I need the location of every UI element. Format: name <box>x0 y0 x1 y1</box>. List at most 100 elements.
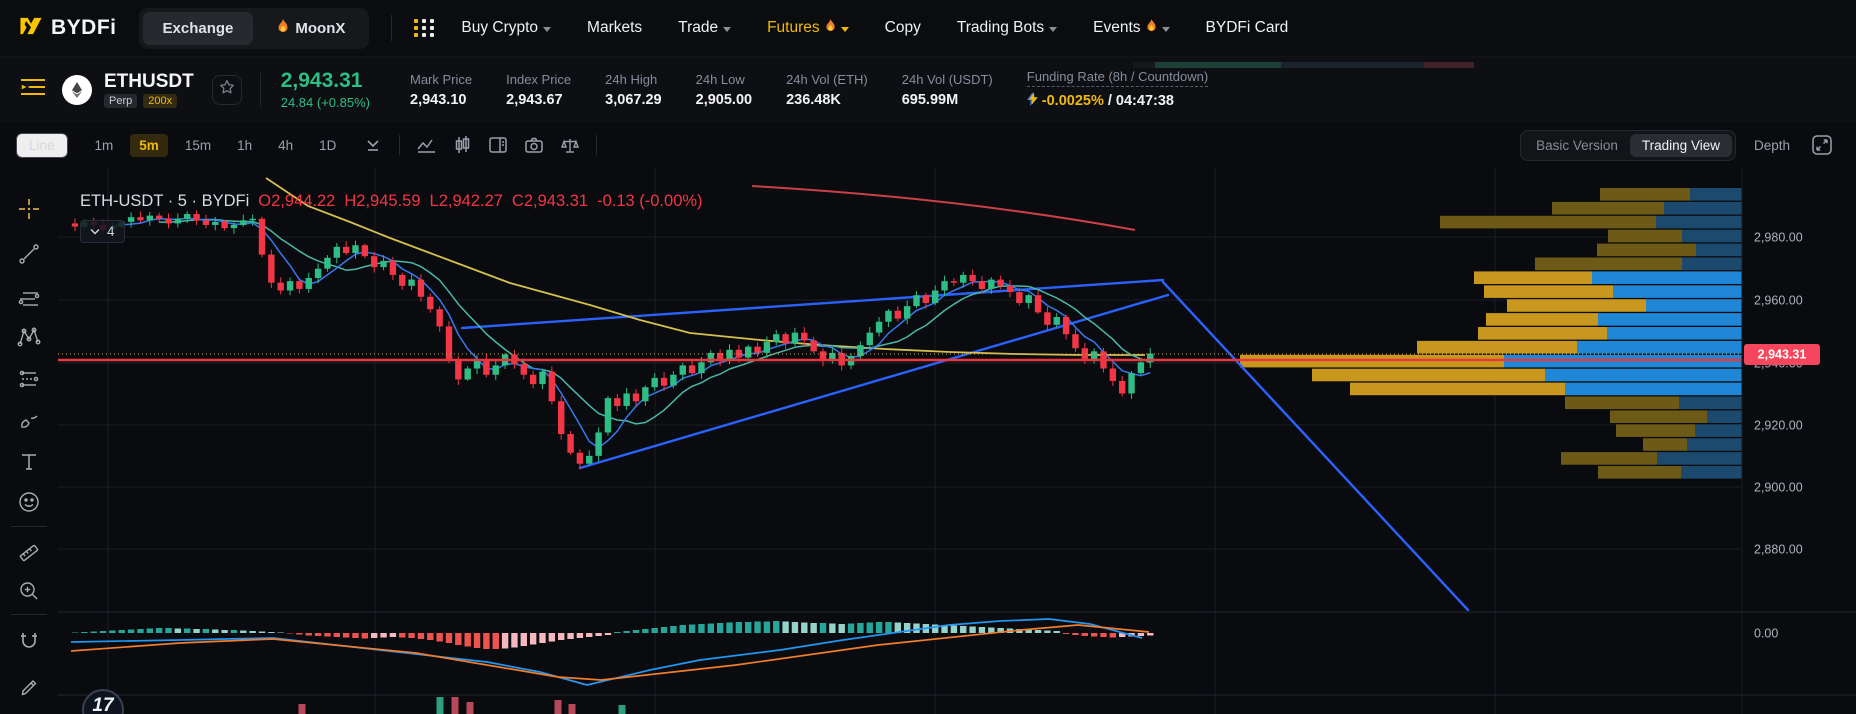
timeframe-4h[interactable]: 4h <box>269 134 302 157</box>
screenshot-camera-icon[interactable] <box>519 132 549 158</box>
macd-histogram-bar <box>464 633 471 647</box>
candle-body <box>670 374 677 386</box>
funding-value: -0.0025% / 04:47:38 <box>1026 92 1208 110</box>
favorite-star-button[interactable] <box>211 74 242 105</box>
macd-histogram-bar <box>258 631 266 633</box>
volume-bar <box>618 705 626 714</box>
brush-tool-icon[interactable] <box>12 403 46 437</box>
macd-histogram-bar <box>773 621 780 633</box>
macd-histogram-bar <box>342 633 350 638</box>
nav-item-futures[interactable]: Futures <box>767 18 849 38</box>
emoji-tool-icon[interactable] <box>12 485 46 519</box>
nav-item-markets[interactable]: Markets <box>587 19 642 37</box>
macd-histogram-bar <box>1100 633 1107 637</box>
trend-line-tool-icon[interactable] <box>12 237 46 271</box>
macd-histogram-bar <box>670 626 677 633</box>
volume-profile-sell-bar <box>1690 188 1742 201</box>
macd-histogram-bar <box>576 633 584 638</box>
trendline-wedge_lower[interactable] <box>578 293 1170 470</box>
chart-plot[interactable]: 2,980.002,960.002,940.002,920.002,900.00… <box>58 168 1856 714</box>
timeframe-1D[interactable]: 1D <box>310 134 345 157</box>
timeframe-1m[interactable]: 1m <box>86 134 123 157</box>
more-timeframes-chevron-icon[interactable] <box>358 132 388 158</box>
timeframe-15m[interactable]: 15m <box>176 134 220 157</box>
macd-histogram-bar <box>473 633 481 648</box>
macd-histogram-bar <box>595 633 602 636</box>
macd-histogram-bar <box>660 627 668 633</box>
depth-tab[interactable]: Depth <box>1754 138 1790 153</box>
volume-bar <box>466 702 474 714</box>
nav-item-copy[interactable]: Copy <box>885 19 921 37</box>
macd-histogram-bar <box>614 632 621 633</box>
crosshair-tool-icon[interactable] <box>12 192 46 226</box>
top-right-strip <box>1133 62 1474 68</box>
macd-histogram-bar <box>380 633 387 638</box>
macd-histogram-bar <box>735 622 743 633</box>
candle-body <box>679 365 686 375</box>
macd-histogram-bar <box>240 630 247 633</box>
candle-body <box>342 246 350 254</box>
timeframe-5m[interactable]: 5m <box>130 133 168 157</box>
long-position-tool-icon[interactable] <box>12 362 46 396</box>
nav-item-trading-bots[interactable]: Trading Bots <box>957 19 1058 37</box>
nav-item-trade[interactable]: Trade <box>678 19 732 37</box>
macd-histogram-bar <box>829 623 836 633</box>
candle-body <box>230 224 238 229</box>
price-axis-label[interactable]: 2,980.00 <box>1754 231 1803 245</box>
indicators-collapse-button[interactable]: 4 <box>80 220 125 243</box>
volume-profile-buy-bar <box>1598 466 1681 479</box>
bydfi-logo[interactable]: BYDFi <box>18 15 117 42</box>
tab-moonx[interactable]: MoonX <box>257 12 365 45</box>
macd-histogram-bar <box>1034 630 1042 633</box>
chart-style-line-button[interactable]: Line <box>16 132 68 158</box>
strip-segment <box>1281 62 1424 68</box>
layout-panel-icon[interactable] <box>483 132 513 158</box>
bydfi-app: BYDFi Exchange MoonX Buy Crypto Markets Tr… <box>0 0 1856 714</box>
price-axis-label[interactable]: 2,900.00 <box>1754 481 1803 495</box>
candle-body <box>969 274 976 282</box>
basic-version-tab[interactable]: Basic Version <box>1524 134 1630 157</box>
volume-profile-buy-bar <box>1561 452 1657 465</box>
candle-body <box>773 334 780 342</box>
chevron-down-icon <box>1161 26 1170 32</box>
tools-divider <box>11 614 47 615</box>
stat-index-price: Index Price 2,943.67 <box>506 72 571 108</box>
edit-pencil-tool-icon[interactable] <box>12 668 46 702</box>
magnet-tool-icon[interactable] <box>12 624 46 658</box>
apps-grid-icon[interactable] <box>414 19 435 37</box>
ruler-tool-icon[interactable] <box>12 536 46 570</box>
order-panel-toggle-icon[interactable] <box>20 76 46 103</box>
trendline-breakdown[interactable] <box>1161 280 1470 612</box>
price-axis-label[interactable]: 2,920.00 <box>1754 419 1803 433</box>
indicators-icon[interactable] <box>411 132 441 158</box>
nav-item-events[interactable]: Events <box>1093 18 1170 38</box>
price-axis-label[interactable]: 2,960.00 <box>1754 294 1803 308</box>
stat-label: 24h Vol (ETH) <box>786 71 868 87</box>
candle-body <box>137 217 144 221</box>
candle-style-icon[interactable] <box>447 132 477 158</box>
tab-exchange[interactable]: Exchange <box>142 11 254 45</box>
macd-histogram-bar <box>847 623 855 633</box>
trendline-resistance[interactable] <box>751 185 1136 231</box>
leverage-badge[interactable]: 200x <box>143 93 178 108</box>
candle-body <box>1072 334 1079 349</box>
funding-label[interactable]: Funding Rate (8h / Countdown) <box>1026 69 1209 87</box>
candle-body <box>913 295 920 307</box>
trading-view-tab[interactable]: Trading View <box>1629 133 1732 157</box>
main-chart[interactable]: 2,980.002,960.002,940.002,920.002,900.00… <box>58 168 1856 714</box>
funding-countdown: / 04:47:38 <box>1107 93 1174 109</box>
fullscreen-expand-icon[interactable] <box>1807 132 1837 158</box>
nav-item-bydfi-card[interactable]: BYDFi Card <box>1206 19 1289 37</box>
macd-histogram-bar <box>567 633 574 639</box>
zoom-in-tool-icon[interactable] <box>12 574 46 608</box>
text-tool-icon[interactable] <box>12 445 46 479</box>
volume-profile-buy-bar <box>1643 438 1687 451</box>
xabcd-pattern-tool-icon[interactable] <box>12 320 46 354</box>
price-axis-label[interactable]: 0.00 <box>1754 627 1778 641</box>
price-axis-label[interactable]: 2,880.00 <box>1754 543 1803 557</box>
timeframe-1h[interactable]: 1h <box>228 134 261 157</box>
symbol-name[interactable]: ETHUSDT <box>104 72 194 91</box>
compare-scales-icon[interactable] <box>555 132 585 158</box>
nav-item-buy-crypto[interactable]: Buy Crypto <box>461 19 552 37</box>
fib-retracement-tool-icon[interactable] <box>12 282 46 316</box>
